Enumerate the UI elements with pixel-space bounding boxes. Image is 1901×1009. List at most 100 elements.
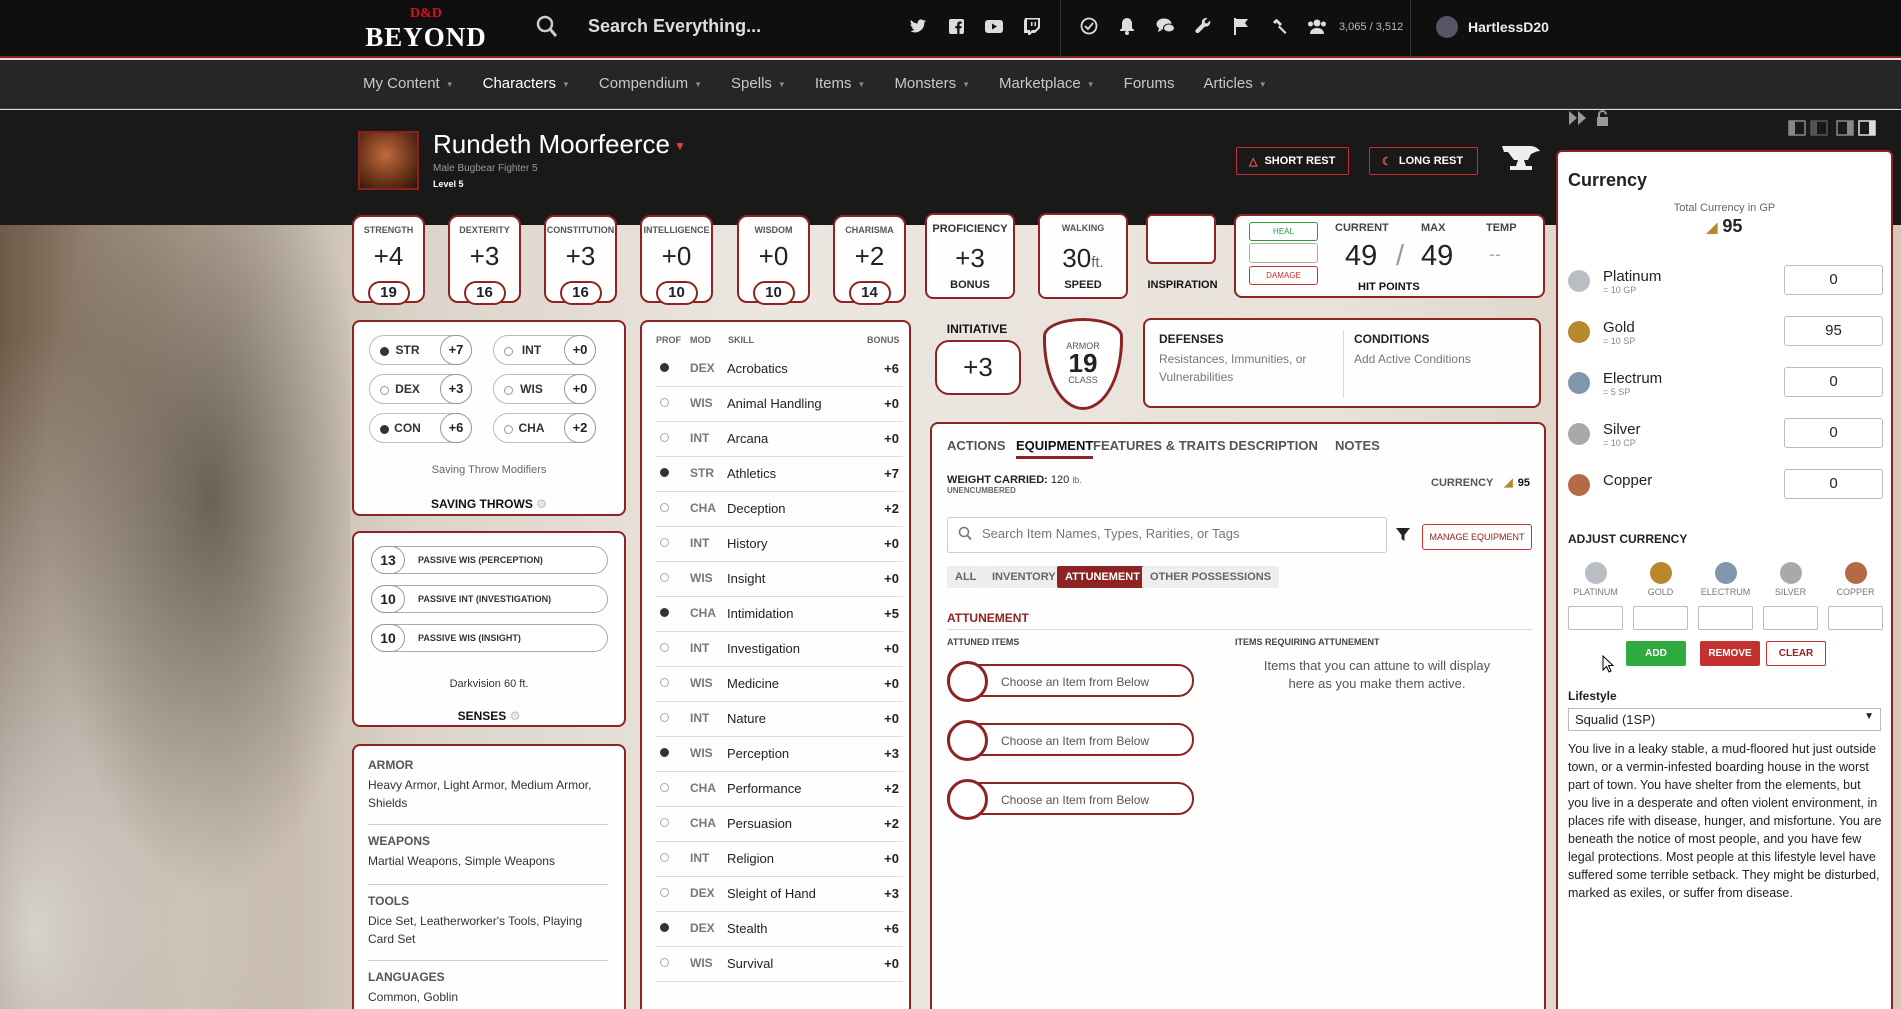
currency-summary[interactable]: CURRENCY ◢ 95	[1431, 476, 1530, 489]
saving-throw-wis[interactable]: WIS +0	[493, 374, 596, 404]
caret-down-icon[interactable]: ▼	[674, 139, 686, 153]
character-portrait[interactable]	[358, 131, 419, 190]
skill-row-performance[interactable]: CHA Performance +2	[656, 772, 903, 807]
ability-dexterity[interactable]: DEXTERITY +3 16	[448, 215, 521, 305]
damage-button[interactable]: DAMAGE	[1249, 266, 1318, 285]
nav-item-spells[interactable]: Spells ▼	[731, 75, 786, 92]
global-search-input[interactable]: Search Everything...	[588, 16, 761, 37]
flag-icon[interactable]	[1231, 16, 1251, 36]
panel-left-overlay-icon[interactable]	[1810, 120, 1828, 141]
nav-item-monsters[interactable]: Monsters ▼	[894, 75, 970, 92]
hp-temp-value[interactable]: --	[1489, 244, 1501, 265]
anvil-icon[interactable]	[1500, 136, 1542, 179]
search-icon[interactable]	[536, 15, 558, 44]
skill-row-investigation[interactable]: INT Investigation +0	[656, 632, 903, 667]
adjust-electrum-input[interactable]	[1698, 606, 1753, 630]
defenses-title[interactable]: DEFENSES	[1159, 332, 1224, 346]
remove-currency-button[interactable]: REMOVE	[1700, 641, 1760, 666]
manage-equipment-button[interactable]: MANAGE EQUIPMENT	[1422, 524, 1532, 550]
chat-icon[interactable]	[1155, 16, 1175, 36]
inspiration-toggle[interactable]	[1146, 214, 1216, 264]
bell-icon[interactable]	[1117, 16, 1137, 36]
nav-item-compendium[interactable]: Compendium ▼	[599, 75, 702, 92]
defenses-text[interactable]: Resistances, Immunities, or Vulnerabilit…	[1159, 350, 1329, 386]
attunement-slot[interactable]: Choose an Item from Below	[947, 720, 1194, 761]
group-icon[interactable]	[1307, 16, 1327, 36]
adjust-copper-input[interactable]	[1828, 606, 1883, 630]
attunement-slot[interactable]: Choose an Item from Below	[947, 779, 1194, 820]
tab-equipment[interactable]: EQUIPMENT	[1016, 438, 1094, 459]
nav-item-marketplace[interactable]: Marketplace ▼	[999, 75, 1095, 92]
gear-icon[interactable]: ⚙	[536, 497, 547, 511]
saving-throw-dex[interactable]: DEX +3	[369, 374, 472, 404]
adjust-silver-input[interactable]	[1763, 606, 1818, 630]
skill-row-athletics[interactable]: STR Athletics +7	[656, 457, 903, 492]
skill-row-perception[interactable]: WIS Perception +3	[656, 737, 903, 772]
tab-features-traits[interactable]: FEATURES & TRAITS	[1093, 438, 1226, 453]
hammer-icon[interactable]	[1269, 16, 1289, 36]
skill-row-arcana[interactable]: INT Arcana +0	[656, 422, 903, 457]
panel-right-overlay-icon[interactable]	[1836, 120, 1854, 141]
nav-item-characters[interactable]: Characters ▼	[483, 75, 570, 92]
coin-amount-input[interactable]: 0	[1784, 469, 1883, 499]
skill-row-stealth[interactable]: DEX Stealth +6	[656, 912, 903, 947]
tab-description[interactable]: DESCRIPTION	[1229, 438, 1318, 453]
nav-item-articles[interactable]: Articles ▼	[1204, 75, 1267, 92]
skill-row-intimidation[interactable]: CHA Intimidation +5	[656, 597, 903, 632]
twitter-icon[interactable]	[908, 16, 928, 36]
ddb-logo[interactable]: D&D BEYOND	[362, 6, 490, 52]
skill-row-nature[interactable]: INT Nature +0	[656, 702, 903, 737]
conditions-text[interactable]: Add Active Conditions	[1354, 350, 1471, 368]
lifestyle-select[interactable]: Squalid (1SP) ▼	[1568, 708, 1881, 731]
filter-tab-inventory[interactable]: INVENTORY	[984, 566, 1064, 588]
skill-row-survival[interactable]: WIS Survival +0	[656, 947, 903, 982]
panel-right-icon[interactable]	[1858, 120, 1876, 141]
attunement-slot[interactable]: Choose an Item from Below	[947, 661, 1194, 702]
coin-amount-input[interactable]: 0	[1784, 265, 1883, 295]
skill-row-persuasion[interactable]: CHA Persuasion +2	[656, 807, 903, 842]
skill-row-sleight-of-hand[interactable]: DEX Sleight of Hand +3	[656, 877, 903, 912]
adjust-gold-input[interactable]	[1633, 606, 1688, 630]
panel-left-icon[interactable]	[1788, 120, 1806, 141]
add-currency-button[interactable]: ADD	[1626, 641, 1686, 666]
heal-button[interactable]: HEAL	[1249, 222, 1318, 241]
skill-row-insight[interactable]: WIS Insight +0	[656, 562, 903, 597]
wrench-icon[interactable]	[1193, 16, 1213, 36]
item-search-input[interactable]	[982, 526, 1372, 541]
coin-amount-input[interactable]: 0	[1784, 367, 1883, 397]
skill-row-animal-handling[interactable]: WIS Animal Handling +0	[656, 387, 903, 422]
coin-amount-input[interactable]: 0	[1784, 418, 1883, 448]
adjust-platinum-input[interactable]	[1568, 606, 1623, 630]
ability-constitution[interactable]: CONSTITUTION +3 16	[544, 215, 617, 305]
skill-row-religion[interactable]: INT Religion +0	[656, 842, 903, 877]
short-rest-button[interactable]: △ SHORT REST	[1236, 147, 1349, 175]
user-menu[interactable]: HartlessD20	[1436, 16, 1549, 38]
saving-throw-str[interactable]: STR +7	[369, 335, 472, 365]
skill-row-deception[interactable]: CHA Deception +2	[656, 492, 903, 527]
skill-row-medicine[interactable]: WIS Medicine +0	[656, 667, 903, 702]
ability-intelligence[interactable]: INTELLIGENCE +0 10	[640, 215, 713, 305]
ability-strength[interactable]: STRENGTH +4 19	[352, 215, 425, 305]
ability-charisma[interactable]: CHARISMA +2 14	[833, 215, 906, 305]
gear-icon[interactable]: ⚙	[510, 709, 521, 723]
conditions-title[interactable]: CONDITIONS	[1354, 332, 1429, 346]
hp-current-value[interactable]: 49	[1345, 240, 1377, 273]
twitch-icon[interactable]	[1022, 16, 1042, 36]
filter-tab-attunement[interactable]: ATTUNEMENT	[1057, 566, 1148, 588]
filter-tab-other-possessions[interactable]: OTHER POSSESSIONS	[1142, 566, 1280, 588]
nav-item-my-content[interactable]: My Content ▼	[363, 75, 454, 92]
clear-currency-button[interactable]: CLEAR	[1766, 641, 1826, 666]
nav-item-items[interactable]: Items ▼	[815, 75, 866, 92]
facebook-icon[interactable]	[946, 16, 966, 36]
skill-row-acrobatics[interactable]: DEX Acrobatics +6	[656, 352, 903, 387]
tab-actions[interactable]: ACTIONS	[947, 438, 1006, 453]
initiative-value[interactable]: +3	[935, 340, 1021, 395]
character-name[interactable]: Rundeth Moorfeerce ▼	[433, 129, 686, 160]
saving-throw-cha[interactable]: CHA +2	[493, 413, 596, 443]
dice-icon[interactable]	[1079, 16, 1099, 36]
hp-amount-input[interactable]	[1249, 243, 1318, 263]
youtube-icon[interactable]	[984, 16, 1004, 36]
item-search[interactable]	[947, 517, 1387, 553]
coin-amount-input[interactable]: 95	[1784, 316, 1883, 346]
ability-wisdom[interactable]: WISDOM +0 10	[737, 215, 810, 305]
